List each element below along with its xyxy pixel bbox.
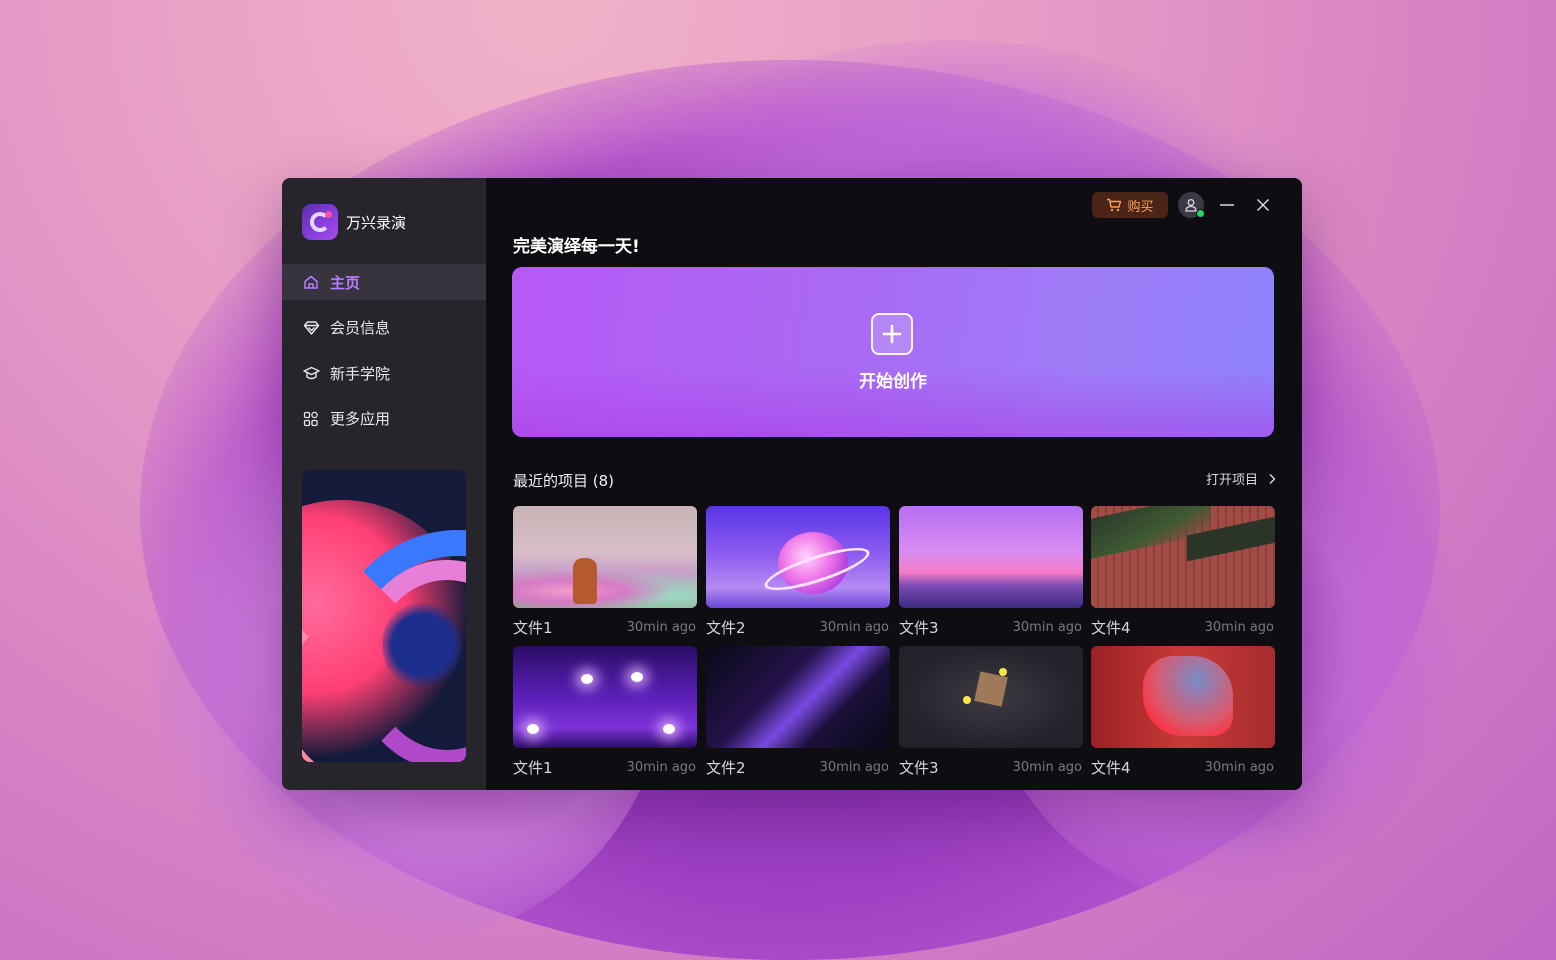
close-icon — [1256, 198, 1270, 212]
project-thumbnail — [706, 506, 890, 608]
start-creating-label: 开始创作 — [859, 372, 927, 392]
apps-grid-icon — [302, 410, 320, 428]
project-card[interactable]: 文件3 30min ago — [899, 506, 1083, 638]
sidebar-item-label: 更多应用 — [330, 410, 391, 428]
project-thumbnail — [899, 646, 1083, 748]
project-card[interactable]: 文件1 30min ago — [513, 646, 697, 778]
sidebar-nav: 主页 会员信息 新手学院 更多应用 — [282, 264, 486, 446]
project-thumbnail — [706, 646, 890, 748]
minimize-icon — [1220, 204, 1234, 206]
open-project-label: 打开项目 — [1205, 473, 1258, 488]
graduation-cap-icon — [302, 364, 320, 382]
project-time: 30min ago — [819, 620, 889, 635]
project-name: 文件3 — [899, 759, 939, 777]
app-logo: 万兴录演 — [302, 204, 406, 240]
project-time: 30min ago — [626, 620, 696, 635]
project-name: 文件1 — [513, 619, 553, 637]
project-time: 30min ago — [819, 760, 889, 775]
cart-icon — [1107, 198, 1122, 212]
project-thumbnail — [1091, 506, 1275, 608]
project-card[interactable]: 文件3 30min ago — [899, 646, 1083, 778]
project-time: 30min ago — [1204, 620, 1274, 635]
diamond-icon — [302, 319, 320, 337]
buy-label: 购买 — [1127, 199, 1154, 215]
sidebar-item-membership[interactable]: 会员信息 — [282, 310, 486, 346]
recent-projects-title: 最近的项目 (8) — [513, 472, 615, 490]
project-name: 文件3 — [899, 619, 939, 637]
project-card[interactable]: 文件2 30min ago — [706, 646, 890, 778]
project-time: 30min ago — [626, 760, 696, 775]
sidebar-item-academy[interactable]: 新手学院 — [282, 355, 486, 391]
start-creating-button[interactable]: 开始创作 — [512, 267, 1274, 437]
sidebar-item-home[interactable]: 主页 — [282, 264, 486, 300]
project-thumbnail — [899, 506, 1083, 608]
project-name: 文件2 — [706, 619, 746, 637]
app-logo-icon — [302, 204, 338, 240]
app-name: 万兴录演 — [346, 213, 407, 232]
app-window: 万兴录演 主页 会员信息 新手学院 更多应用 购买 完美演绎每一天! 开始创作 … — [282, 178, 1302, 790]
project-card[interactable]: 文件4 30min ago — [1091, 646, 1275, 778]
sidebar: 万兴录演 主页 会员信息 新手学院 更多应用 — [282, 178, 486, 790]
project-name: 文件4 — [1091, 619, 1131, 637]
project-name: 文件2 — [706, 759, 746, 777]
sidebar-item-more-apps[interactable]: 更多应用 — [282, 401, 486, 437]
project-thumbnail — [1091, 646, 1275, 748]
project-time: 30min ago — [1012, 620, 1082, 635]
project-thumbnail — [513, 646, 697, 748]
chevron-right-icon — [1269, 473, 1276, 484]
promo-art — [382, 600, 462, 690]
project-thumbnail — [513, 506, 697, 608]
online-status-dot — [1196, 209, 1205, 218]
project-time: 30min ago — [1012, 760, 1082, 775]
plus-icon — [871, 313, 913, 355]
sidebar-item-label: 主页 — [330, 273, 361, 292]
close-button[interactable] — [1250, 192, 1276, 218]
title-bar: 购买 — [1092, 192, 1276, 218]
minimize-button[interactable] — [1214, 192, 1240, 218]
project-name: 文件4 — [1091, 759, 1131, 777]
main-panel: 购买 完美演绎每一天! 开始创作 最近的项目 (8) 打开项目 文件1 30mi… — [486, 178, 1302, 790]
project-time: 30min ago — [1204, 760, 1274, 775]
project-card[interactable]: 文件1 30min ago — [513, 506, 697, 638]
open-project-link[interactable]: 打开项目 — [1206, 469, 1276, 488]
project-card[interactable]: 文件2 30min ago — [706, 506, 890, 638]
project-name: 文件1 — [513, 759, 553, 777]
sidebar-item-label: 新手学院 — [330, 364, 391, 383]
user-avatar[interactable] — [1178, 192, 1205, 218]
buy-button[interactable]: 购买 — [1092, 192, 1168, 218]
promo-banner[interactable] — [302, 470, 466, 762]
project-card[interactable]: 文件4 30min ago — [1091, 506, 1275, 638]
page-slogan: 完美演绎每一天! — [513, 237, 640, 257]
sidebar-item-label: 会员信息 — [330, 319, 391, 337]
home-icon — [302, 273, 320, 291]
